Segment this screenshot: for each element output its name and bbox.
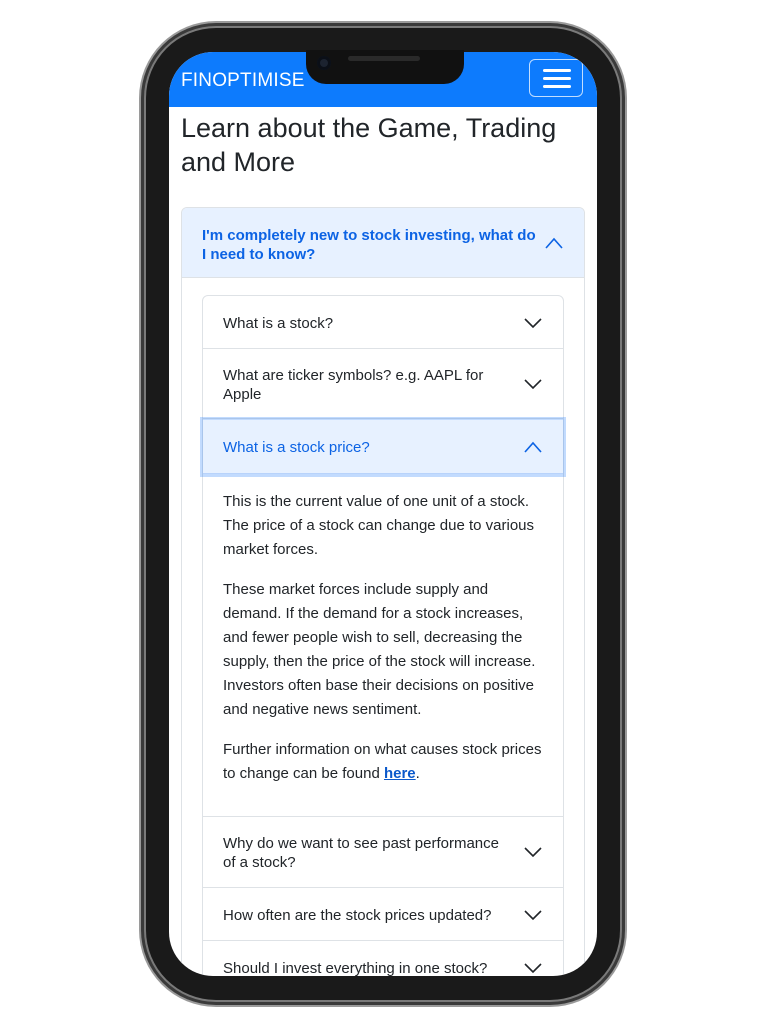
answer-paragraph-3-text: Further information on what causes stock… xyxy=(223,741,542,782)
brand-logo[interactable]: FINOPTIMISE xyxy=(181,70,305,92)
accordion-item-past-performance[interactable]: Why do we want to see past performance o… xyxy=(203,817,563,888)
accordion-item-price-updates[interactable]: How often are the stock prices updated? xyxy=(203,888,563,941)
accordion-item-what-is-stock[interactable]: What is a stock? xyxy=(203,296,563,349)
here-link[interactable]: here xyxy=(384,765,416,782)
accordion-header-beginner[interactable]: I'm completely new to stock investing, w… xyxy=(182,208,584,278)
phone-speaker xyxy=(348,56,420,61)
answer-paragraph-3-end: . xyxy=(415,765,420,782)
accordion-item-label: What is a stock price? xyxy=(223,439,370,456)
accordion-question: I'm completely new to stock investing, w… xyxy=(202,227,536,263)
page-title: Learn about the Game, Trading and More xyxy=(181,113,557,177)
chevron-down-icon xyxy=(524,847,542,858)
accordion-body-stock-price: This is the current value of one unit of… xyxy=(203,474,563,817)
chevron-up-icon xyxy=(524,441,542,453)
accordion-item-label: What is a stock? xyxy=(223,315,334,332)
answer-paragraph-1: This is the current value of one unit of… xyxy=(223,493,535,558)
chevron-up-icon xyxy=(545,237,563,249)
hamburger-menu-icon xyxy=(543,69,571,72)
chevron-down-icon xyxy=(524,318,542,329)
accordion-item-stock-price[interactable]: What is a stock price? xyxy=(203,420,563,474)
accordion-item-invest-everything[interactable]: Should I invest everything in one stock? xyxy=(203,941,563,976)
chevron-down-icon xyxy=(524,963,542,974)
hamburger-menu-icon-bar xyxy=(543,77,571,80)
answer-paragraph-3: Further information on what causes stock… xyxy=(223,738,545,786)
phone-screen: FINOPTIMISE Learn about the Game, Tradin… xyxy=(169,52,597,976)
accordion-item-label: How often are the stock prices updated? xyxy=(223,907,492,924)
answer-paragraph-2: These market forces include supply and d… xyxy=(223,581,536,718)
faq-accordion: I'm completely new to stock investing, w… xyxy=(181,207,585,976)
accordion-item-label: Should I invest everything in one stock? xyxy=(223,960,488,976)
accordion-item-ticker-symbols[interactable]: What are ticker symbols? e.g. AAPL for A… xyxy=(203,349,563,419)
menu-toggle-button[interactable] xyxy=(529,59,583,97)
accordion-item-label: Why do we want to see past performance o… xyxy=(223,835,499,871)
chevron-down-icon xyxy=(524,379,542,390)
nested-accordion: What is a stock? What are ticker symbols… xyxy=(202,295,564,976)
accordion-item-label: What are ticker symbols? e.g. AAPL for A… xyxy=(223,367,484,403)
hamburger-menu-icon-bar xyxy=(543,85,571,88)
phone-camera xyxy=(317,56,331,70)
chevron-down-icon xyxy=(524,910,542,921)
